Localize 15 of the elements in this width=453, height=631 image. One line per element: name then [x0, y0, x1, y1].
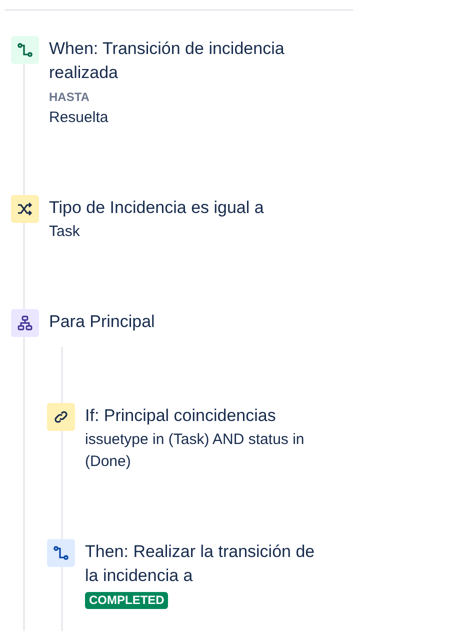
field-label: HASTA [49, 89, 90, 106]
step-detail: issuetype in (Task) AND status in (Done) [85, 430, 306, 472]
status-lozenge: COMPLETED [85, 592, 168, 609]
transition-icon [11, 36, 39, 64]
step-title: Tipo de Incidencia es igual a [49, 197, 265, 219]
link-icon [47, 403, 75, 431]
step-title: When: Transición de incidencia realizada [49, 38, 286, 84]
transition-icon [47, 539, 75, 567]
step-title: Para Principal [49, 311, 156, 333]
shuffle-icon [11, 195, 39, 223]
step-detail: Task [49, 222, 81, 242]
step-title: Then: Realizar la transición de la incidencia a [85, 541, 316, 587]
step-detail: Resuelta [49, 108, 110, 128]
hierarchy-icon [11, 309, 39, 337]
step-title: If: Principal coincidencias [85, 405, 277, 427]
